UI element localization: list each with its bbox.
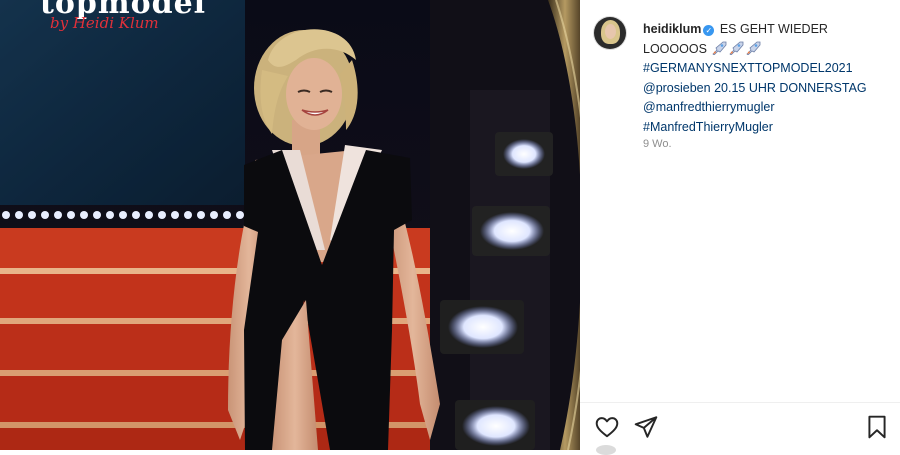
logo-subtitle: by Heidi Klum — [50, 14, 159, 32]
hashtag-link-mugler[interactable]: #ManfredThierryMugler — [643, 118, 891, 138]
show-logo: topmodel by Heidi Klum — [40, 0, 230, 45]
username-link[interactable]: heidiklum — [643, 22, 701, 36]
heart-icon — [595, 417, 619, 438]
avatar[interactable] — [594, 17, 626, 49]
stage-scene-image — [0, 0, 580, 450]
post-photo[interactable]: topmodel by Heidi Klum — [0, 0, 580, 450]
save-button[interactable] — [864, 414, 890, 440]
hashtag-link[interactable]: #GERMANYSNEXTTOPMODEL2021 — [643, 59, 891, 79]
verified-badge-icon: ✓ — [703, 25, 715, 36]
paper-plane-icon — [634, 416, 658, 438]
rocket-icon — [729, 41, 744, 55]
post-age[interactable]: 9 Wo. — [643, 138, 672, 150]
caption-text: ES GEHT WIEDER — [719, 22, 828, 36]
post-caption: heidiklum ✓ ES GEHT WIEDER LOOOOOS #GERMA… — [643, 20, 891, 138]
mention-link-mugler[interactable]: @manfredthierrymugler — [643, 98, 891, 118]
avatar-face — [605, 24, 616, 39]
mention-link[interactable]: @prosieben 20.15 UHR DONNERSTAG — [643, 79, 891, 99]
like-button[interactable] — [594, 414, 620, 440]
share-button[interactable] — [633, 414, 659, 440]
caption-text-line2: LOOOOOS — [643, 41, 707, 56]
rocket-icon — [746, 41, 761, 55]
caption-line2: LOOOOOS — [643, 41, 761, 56]
rocket-icon — [712, 41, 727, 55]
post-side-panel: heidiklum ✓ ES GEHT WIEDER LOOOOOS #GERMA… — [580, 0, 900, 455]
comment-avatar-partial — [596, 445, 616, 455]
bookmark-icon — [868, 415, 886, 439]
actions-divider — [580, 402, 900, 403]
